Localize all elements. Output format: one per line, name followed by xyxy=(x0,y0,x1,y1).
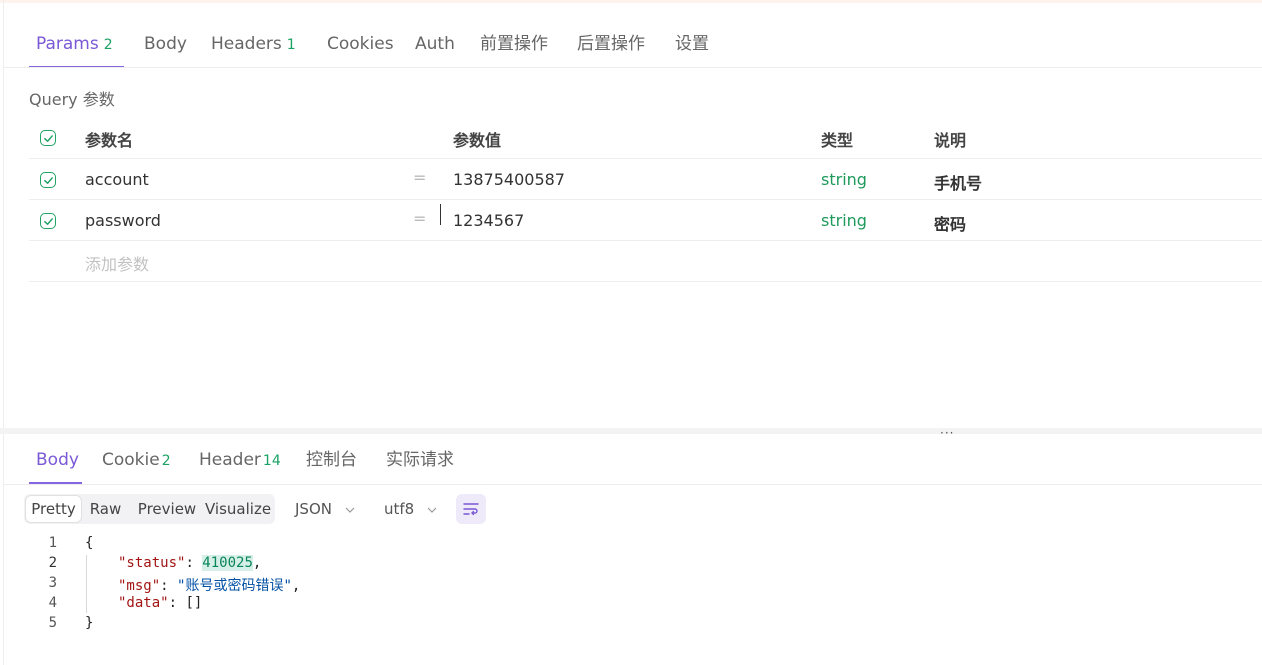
top-accent-strip xyxy=(0,0,1262,3)
response-tab-header-count: 14 xyxy=(262,453,281,469)
param-value-input[interactable]: 1234567 xyxy=(453,211,524,230)
tab-cookies[interactable]: Cookies xyxy=(327,30,394,58)
line-number: 1 xyxy=(48,535,57,551)
row-divider xyxy=(29,240,1262,241)
param-type-select[interactable]: string xyxy=(821,170,867,189)
response-tabbar-divider xyxy=(4,484,1262,485)
tab-params-label: Params xyxy=(36,34,99,54)
json-value-data: [] xyxy=(185,595,203,611)
chevron-down-icon xyxy=(345,507,355,513)
json-value-status: 410025 xyxy=(202,555,253,571)
tab-headers[interactable]: Headers 1 xyxy=(211,30,296,58)
indent-guide xyxy=(86,555,87,613)
view-mode-visualize[interactable]: Visualize xyxy=(205,494,271,524)
view-mode-raw[interactable]: Raw xyxy=(84,494,127,524)
json-key-status: "status" xyxy=(118,555,186,571)
code-line: "data": [] xyxy=(118,595,203,611)
response-tab-actual-request[interactable]: 实际请求 xyxy=(386,446,454,474)
code-line: } xyxy=(85,615,93,631)
tab-body[interactable]: Body xyxy=(144,30,187,58)
encoding-select[interactable]: utf8 xyxy=(384,497,437,521)
tab-auth[interactable]: Auth xyxy=(415,30,455,58)
column-header-name: 参数名 xyxy=(85,131,134,150)
column-header-type: 类型 xyxy=(821,131,854,150)
response-tab-cookie[interactable]: Cookie 2 xyxy=(102,446,171,474)
tab-headers-label: Headers xyxy=(211,34,282,54)
line-number: 2 xyxy=(48,555,57,571)
line-number: 5 xyxy=(48,615,57,631)
tabbar-divider xyxy=(4,67,1262,68)
param-description-input[interactable]: 手机号 xyxy=(934,170,982,194)
line-number: 3 xyxy=(48,575,57,591)
resize-handle[interactable]: ··· xyxy=(940,426,954,440)
format-select[interactable]: JSON xyxy=(295,497,355,521)
row-divider xyxy=(29,158,1262,159)
response-tab-actual-request-label: 实际请求 xyxy=(386,450,454,470)
param-name-input[interactable]: password xyxy=(85,211,161,230)
row-divider xyxy=(29,281,1262,282)
line-number: 4 xyxy=(48,595,57,611)
equals-sign: = xyxy=(413,209,427,228)
tab-auth-label: Auth xyxy=(415,34,455,54)
wrap-lines-icon xyxy=(463,503,479,516)
close-brace: } xyxy=(85,615,94,631)
select-all-checkbox[interactable] xyxy=(40,130,56,146)
response-tab-cookie-label: Cookie xyxy=(102,450,160,470)
param-value-input[interactable]: 13875400587 xyxy=(453,170,565,189)
text-caret xyxy=(440,204,441,225)
row-checkbox[interactable] xyxy=(40,172,56,188)
tab-post-operations-label: 后置操作 xyxy=(577,34,645,54)
param-name-input[interactable]: account xyxy=(85,170,149,189)
equals-sign: = xyxy=(413,168,427,187)
add-param-input[interactable]: 添加参数 xyxy=(85,251,149,275)
response-tab-body[interactable]: Body xyxy=(36,446,79,474)
json-key-msg: "msg" xyxy=(118,578,161,594)
code-line: { xyxy=(85,535,93,551)
tab-body-label: Body xyxy=(144,34,187,54)
response-tab-header[interactable]: Header 14 xyxy=(199,446,281,474)
param-description-input[interactable]: 密码 xyxy=(934,211,966,235)
tab-settings-label: 设置 xyxy=(675,34,709,54)
response-tab-body-label: Body xyxy=(36,450,79,470)
view-mode-preview[interactable]: Preview xyxy=(132,494,202,524)
chevron-down-icon xyxy=(427,507,437,513)
code-line: "msg": "账号或密码错误", xyxy=(118,578,301,594)
response-tab-header-label: Header xyxy=(199,450,261,470)
column-header-description: 说明 xyxy=(934,131,967,150)
check-icon xyxy=(43,217,53,225)
tab-post-operations[interactable]: 后置操作 xyxy=(577,30,645,58)
format-select-value: JSON xyxy=(295,500,332,518)
tab-pre-operations-label: 前置操作 xyxy=(480,34,548,54)
check-icon xyxy=(43,176,53,184)
tab-params[interactable]: Params 2 xyxy=(36,30,113,58)
query-section-label: Query 参数 xyxy=(29,90,115,109)
column-header-value: 参数值 xyxy=(453,131,502,150)
view-mode-pretty[interactable]: Pretty xyxy=(25,495,82,523)
check-icon xyxy=(43,134,53,142)
response-tab-console-label: 控制台 xyxy=(306,450,357,470)
encoding-select-value: utf8 xyxy=(384,500,415,518)
panel-resize-bar[interactable] xyxy=(0,428,1262,434)
tab-settings[interactable]: 设置 xyxy=(675,30,709,58)
tab-pre-operations[interactable]: 前置操作 xyxy=(480,30,548,58)
response-tab-console[interactable]: 控制台 xyxy=(306,446,357,474)
json-value-msg: "账号或密码错误" xyxy=(177,578,292,594)
tab-headers-count: 1 xyxy=(286,37,296,53)
tab-cookies-label: Cookies xyxy=(327,34,394,54)
json-key-data: "data" xyxy=(118,595,169,611)
param-type-select[interactable]: string xyxy=(821,211,867,230)
view-mode-switch: Pretty Raw Preview Visualize xyxy=(24,494,275,524)
open-brace: { xyxy=(85,535,94,551)
row-divider xyxy=(29,199,1262,200)
response-tab-cookie-count: 2 xyxy=(161,453,171,469)
code-line: "status": 410025, xyxy=(118,555,262,571)
row-checkbox[interactable] xyxy=(40,213,56,229)
word-wrap-button[interactable] xyxy=(456,494,486,524)
tab-params-count: 2 xyxy=(103,37,113,53)
